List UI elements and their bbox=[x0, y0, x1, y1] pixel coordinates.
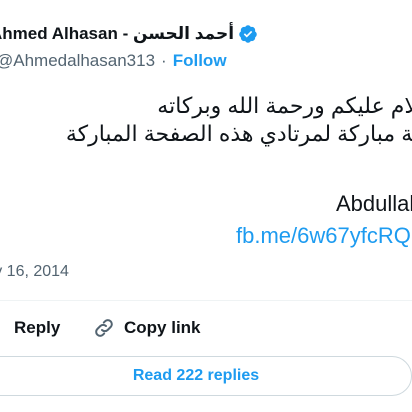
copy-link-label: Copy link bbox=[124, 318, 201, 337]
tweet-line-1: السلام عليكم ورحمة الله وبركاته bbox=[157, 93, 412, 118]
read-replies-section: Read 222 replies bbox=[0, 352, 412, 400]
action-bar: Reply Copy link bbox=[0, 312, 412, 344]
tweet-text: السلام عليكم ورحمة الله وبركاته جمعة مبا… bbox=[0, 92, 412, 252]
author-name-row[interactable]: أحمد الحسن - Ahmed Alhasan bbox=[0, 22, 257, 46]
tweet-card: أحمد الحسن - Ahmed Alhasan @Ahmedalhasan… bbox=[0, 0, 412, 412]
verified-badge-icon bbox=[238, 24, 258, 44]
link-icon bbox=[92, 316, 116, 340]
tweet-link[interactable]: fb.me/6w67yfcRQ bbox=[236, 222, 411, 250]
read-replies-label: Read 222 replies bbox=[132, 367, 260, 384]
author-handle[interactable]: @Ahmedalhasan313 bbox=[0, 51, 155, 71]
divider-top bbox=[0, 300, 412, 301]
separator-dot: · bbox=[161, 51, 167, 70]
tweet-line-2: جمعة مباركة لمرتادي هذه الصفحة المباركة bbox=[65, 121, 412, 146]
copy-link-button[interactable]: Copy link bbox=[92, 312, 201, 344]
author-handle-row: @Ahmedalhasan313 · Follow bbox=[0, 50, 227, 72]
author-display-name[interactable]: أحمد الحسن - Ahmed Alhasan bbox=[0, 24, 234, 44]
reply-button[interactable]: Reply bbox=[0, 312, 60, 344]
follow-button[interactable]: Follow bbox=[173, 51, 227, 71]
reply-label: Reply bbox=[14, 318, 61, 337]
tweet-date[interactable]: May 16, 2014 bbox=[0, 263, 69, 281]
tweet-line-3: Abdullah bbox=[336, 191, 412, 216]
read-replies-button[interactable]: Read 222 replies bbox=[0, 356, 412, 396]
